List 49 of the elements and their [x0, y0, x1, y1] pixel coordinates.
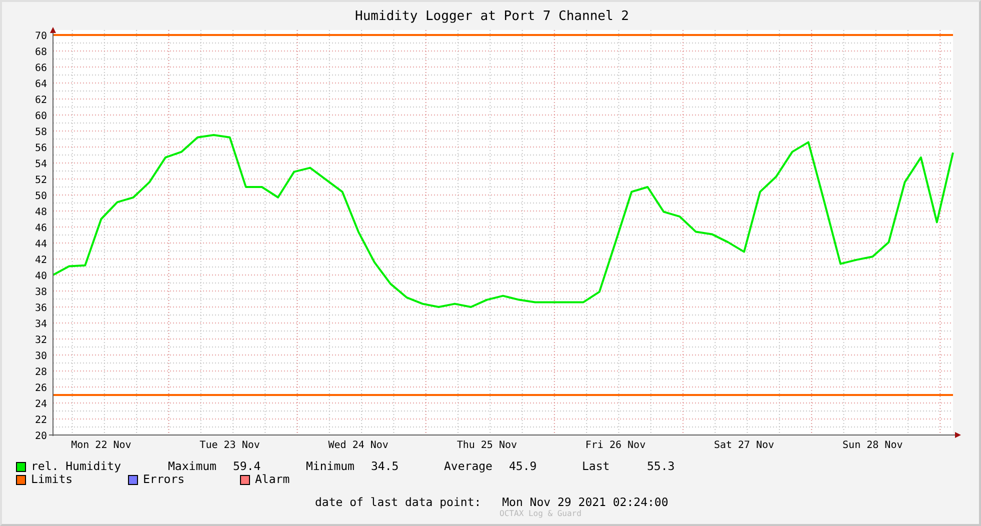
y-tick-label: 68 — [34, 47, 47, 58]
y-tick-label: 58 — [34, 127, 47, 138]
y-tick-label: 40 — [34, 271, 47, 282]
stat-label: Maximum — [168, 460, 218, 473]
y-tick-label: 38 — [34, 287, 47, 298]
stat-label: Last — [582, 460, 611, 473]
chart-title: Humidity Logger at Port 7 Channel 2 — [355, 9, 629, 24]
stat-label: Average — [444, 460, 494, 473]
legend-label: Errors — [143, 473, 185, 486]
y-tick-label: 46 — [34, 223, 47, 234]
x-tick-label: Fri 26 Nov — [585, 440, 646, 451]
legend-label: rel. Humidity — [31, 460, 122, 473]
y-tick-label: 26 — [34, 383, 47, 394]
y-tick-label: 32 — [34, 335, 47, 346]
y-tick-label: 48 — [34, 207, 47, 218]
y-tick-label: 42 — [34, 255, 47, 266]
y-tick-label: 70 — [34, 31, 47, 42]
y-tick-label: 36 — [34, 303, 47, 314]
y-tick-label: 50 — [34, 191, 47, 202]
stat-value: 59.4 — [233, 460, 262, 473]
legend-label: Alarm — [255, 473, 290, 486]
x-tick-label: Sun 28 Nov — [842, 440, 903, 451]
y-tick-label: 66 — [34, 63, 47, 74]
x-tick-label: Wed 24 Nov — [328, 440, 388, 451]
x-tick-label: Sat 27 Nov — [714, 440, 774, 451]
watermark-text: OCTAX Log & Guard — [498, 509, 582, 518]
stat-value: 34.5 — [371, 460, 400, 473]
y-tick-label: 62 — [34, 95, 47, 106]
x-tick-label: Mon 22 Nov — [71, 440, 132, 451]
y-tick-label: 44 — [34, 239, 47, 250]
y-tick-label: 34 — [34, 319, 47, 330]
legend-label: Limits — [31, 473, 73, 486]
y-tick-label: 24 — [34, 399, 47, 410]
y-tick-label: 20 — [34, 431, 47, 442]
y-tick-label: 56 — [34, 143, 47, 154]
stat-value: 55.3 — [647, 460, 676, 473]
y-tick-label: 54 — [34, 159, 47, 170]
x-tick-label: Tue 23 Nov — [200, 440, 260, 451]
y-tick-label: 52 — [34, 175, 47, 186]
stat-value: 45.9 — [509, 460, 538, 473]
last-data-label: date of last data point: — [315, 495, 482, 509]
y-tick-label: 64 — [34, 79, 47, 90]
x-tick-label: Thu 25 Nov — [456, 440, 518, 451]
y-tick-label: 30 — [34, 351, 47, 362]
stat-label: Minimum — [306, 460, 356, 473]
y-tick-label: 28 — [34, 367, 47, 378]
y-tick-label: 22 — [34, 415, 47, 426]
last-data-value: Mon Nov 29 2021 02:24:00 — [502, 495, 668, 509]
y-tick-label: 60 — [34, 111, 47, 122]
